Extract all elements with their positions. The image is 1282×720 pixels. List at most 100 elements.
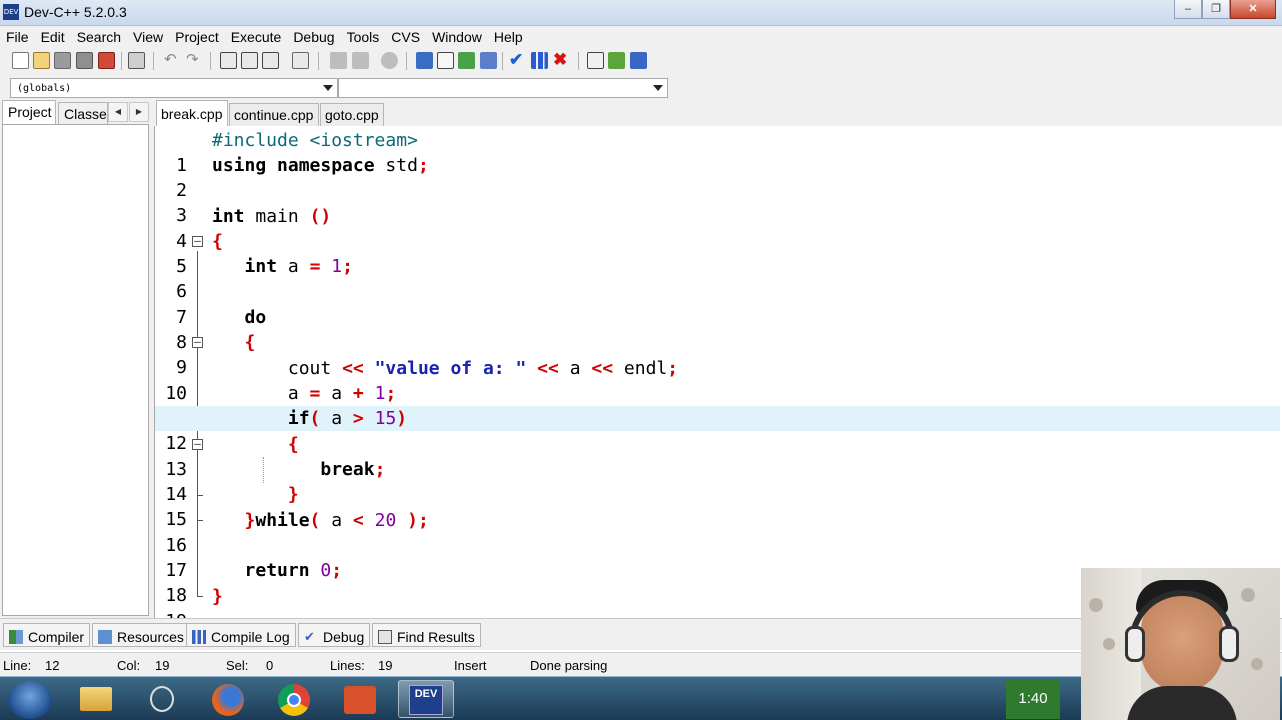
code-token: #include <iostream> [212, 130, 418, 151]
replace-icon[interactable] [241, 52, 258, 69]
compile-icon[interactable]: ✔ [509, 51, 526, 69]
new-project-icon[interactable] [416, 52, 433, 69]
dev-cpp-taskbar-label: DEV [409, 685, 443, 715]
indent-guide [263, 457, 264, 483]
project-panel: Project Classes ◀ ▶ [0, 100, 154, 618]
indent-icon[interactable] [330, 52, 347, 69]
start-button[interactable] [8, 681, 52, 719]
print-icon[interactable] [128, 52, 145, 69]
about-icon[interactable] [630, 52, 647, 69]
menu-view[interactable]: View [127, 26, 169, 48]
menu-debug[interactable]: Debug [287, 26, 340, 48]
unindent-icon[interactable] [352, 52, 369, 69]
firefox-taskbar-icon[interactable] [200, 680, 256, 718]
maximize-button[interactable]: ❐ [1202, 0, 1230, 19]
find-icon[interactable] [220, 52, 237, 69]
status-lines-value: 19 [378, 658, 393, 673]
tab-compile-log-label: Compile Log [211, 628, 290, 645]
fold-collapse-icon[interactable]: – [192, 336, 203, 348]
code-line: 10 cout << "value of a: " << a << endl; [155, 356, 1280, 404]
tab-debug[interactable]: ✔ Debug [298, 623, 371, 647]
presenter-shirt [1127, 686, 1237, 720]
undo-icon[interactable]: ↶ [164, 52, 181, 69]
menu-edit[interactable]: Edit [35, 26, 71, 48]
code-token: ; [417, 155, 429, 176]
code-token: < [352, 510, 364, 531]
project-tree[interactable] [2, 124, 149, 616]
code-token: using [212, 155, 267, 176]
menu-window[interactable]: Window [426, 26, 488, 48]
snipping-tool-taskbar-icon[interactable] [134, 680, 190, 718]
find-results-icon [378, 629, 392, 644]
tab-break-cpp[interactable]: break.cpp [156, 100, 228, 126]
members-combo[interactable] [338, 78, 668, 98]
tab-goto-cpp[interactable]: goto.cpp [320, 103, 384, 126]
title-bar: DEV Dev-C++ 5.2.0.3 – ❐ ✕ [0, 0, 1282, 26]
status-line-label: Line: [3, 658, 32, 673]
code-token: ; [331, 560, 343, 581]
tab-find-results[interactable]: Find Results [372, 623, 481, 647]
close-file-icon[interactable] [98, 52, 115, 69]
chrome-taskbar-icon[interactable] [266, 680, 322, 718]
goto-line-icon[interactable] [292, 52, 309, 69]
status-message: Done parsing [530, 658, 608, 673]
tab-compile-log[interactable]: Compile Log [186, 623, 296, 647]
run-icon[interactable] [531, 52, 548, 69]
menu-bar: File Edit Search View Project Execute De… [0, 26, 1282, 48]
tab-project[interactable]: Project [2, 100, 56, 124]
curtain-pattern [1103, 638, 1115, 650]
menu-execute[interactable]: Execute [225, 26, 288, 48]
toggle-bookmark-icon[interactable] [381, 52, 398, 69]
chevron-right-icon[interactable]: ▶ [129, 102, 149, 122]
toolbar-separator [502, 52, 503, 70]
curtain-pattern [1089, 598, 1103, 612]
code-token: ; [667, 358, 679, 379]
project-options-icon[interactable] [437, 52, 454, 69]
tab-resources[interactable]: Resources [92, 623, 190, 647]
code-token: ) [407, 510, 418, 531]
menu-cvs[interactable]: CVS [385, 26, 426, 48]
class-browser-icon[interactable] [458, 52, 475, 69]
menu-tools[interactable]: Tools [341, 26, 386, 48]
save-icon[interactable] [54, 52, 71, 69]
menu-search[interactable]: Search [71, 26, 127, 48]
dev-cpp-taskbar-icon[interactable]: DEV [398, 680, 454, 718]
save-all-icon[interactable] [76, 52, 93, 69]
toolbar-separator [318, 52, 319, 70]
code-token: > [352, 408, 364, 429]
tab-classes[interactable]: Classes [58, 102, 108, 124]
add-watch-icon[interactable] [608, 52, 625, 69]
tab-continue-cpp[interactable]: continue.cpp [229, 103, 319, 126]
close-button[interactable]: ✕ [1230, 0, 1276, 19]
layout-icon[interactable] [480, 52, 497, 69]
webcam-overlay [1081, 568, 1280, 720]
tab-compiler[interactable]: Compiler [3, 623, 91, 647]
code-token: = [309, 256, 321, 277]
minimize-button[interactable]: – [1174, 0, 1202, 19]
menu-file[interactable]: File [0, 26, 35, 48]
code-token: ; [342, 256, 353, 277]
code-line: 7 [155, 280, 1280, 328]
fold-collapse-icon[interactable]: – [192, 438, 203, 450]
resources-icon [98, 629, 112, 644]
explorer-taskbar-icon[interactable] [68, 680, 124, 718]
code-token: int [212, 206, 245, 227]
new-file-icon[interactable] [12, 52, 29, 69]
code-token: << [591, 358, 614, 379]
scope-combo[interactable]: (globals) [10, 78, 338, 98]
code-editor[interactable]: 1 #include <iostream> 2 using namespace … [154, 126, 1280, 632]
taskbar-clock[interactable]: 1:40 [1006, 679, 1060, 719]
ec-app-taskbar-icon[interactable] [332, 680, 388, 718]
code-token: 1 [374, 383, 386, 404]
debug-icon[interactable] [587, 52, 604, 69]
code-line: 14 break; [155, 457, 1280, 505]
menu-help[interactable]: Help [488, 26, 529, 48]
find-next-icon[interactable] [262, 52, 279, 69]
menu-project[interactable]: Project [169, 26, 225, 48]
chevron-left-icon[interactable]: ◀ [108, 102, 128, 122]
code-line: 6 int a = 1; [155, 254, 1280, 302]
open-file-icon[interactable] [33, 52, 50, 69]
fold-collapse-icon[interactable]: – [192, 235, 203, 247]
redo-icon[interactable]: ↷ [186, 52, 203, 69]
stop-icon[interactable]: ✖ [553, 51, 570, 69]
